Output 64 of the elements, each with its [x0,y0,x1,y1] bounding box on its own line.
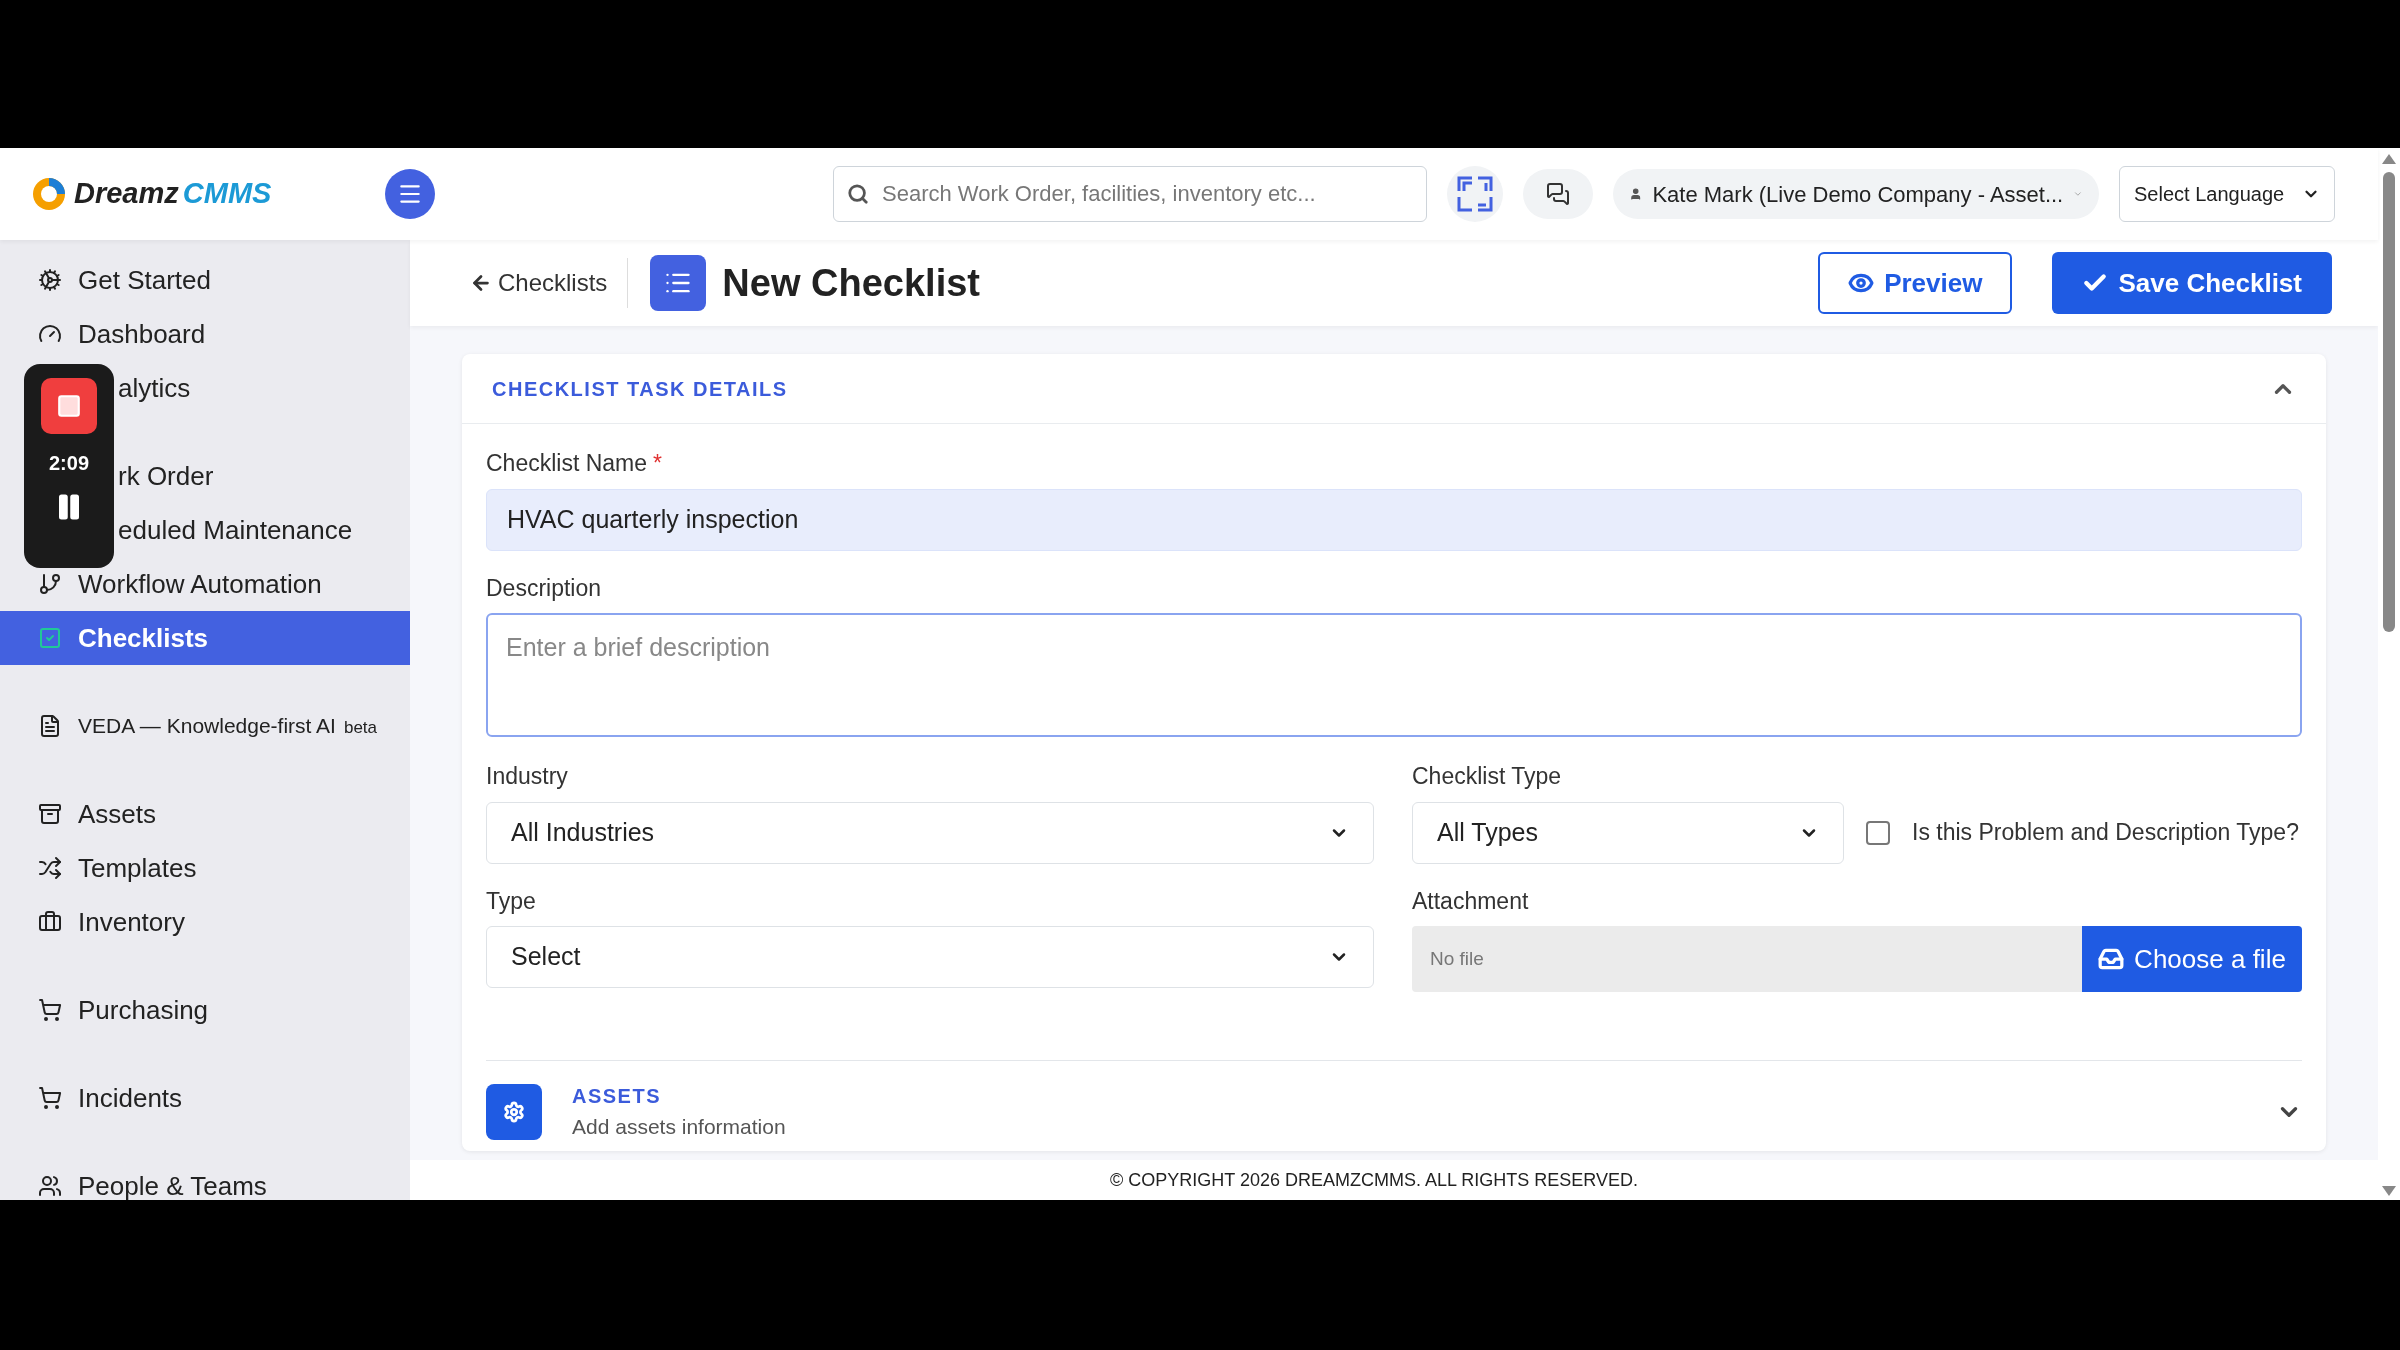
choose-file-button[interactable]: Choose a file [2082,926,2302,992]
chat-button[interactable] [1523,169,1593,219]
sidebar-item[interactable]: Templates [0,841,410,895]
gears-icon [38,268,62,292]
copyright-text: © COPYRIGHT 2026 DREAMZCMMS. ALL RIGHTS RESERVED. [1109,1168,1640,1192]
scan-button[interactable] [1447,166,1503,222]
sidebar-item[interactable]: Inventory [0,895,410,949]
inbox-icon [2098,946,2125,972]
file-field[interactable]: No file [1412,926,2082,992]
sidebar-item[interactable]: Checklists [0,611,410,665]
problem-checkbox[interactable] [1866,820,1890,845]
stop-button[interactable] [41,378,97,434]
briefcase-icon [38,910,62,934]
sidebar-item[interactable]: Assets [0,787,410,841]
sidebar-item[interactable]: Get Started [0,253,410,307]
shuffle-icon [38,856,62,880]
field-label: Attachment [1412,886,1530,916]
field-label: Checklist Type [1412,762,1563,791]
document-icon [38,714,62,738]
checkbox-icon [38,626,62,650]
cart-icon [38,998,62,1022]
logo[interactable]: DreamzCMMS [28,172,272,216]
archive-icon [38,802,62,826]
field-label: Checklist Name [486,449,648,478]
field-label: Industry [486,762,569,791]
menu-button[interactable] [385,169,435,219]
sidebar-item[interactable]: alytics [118,368,191,408]
preview-button[interactable]: Preview [1818,252,2013,314]
section-title: CHECKLIST TASK DETAILS [492,376,788,402]
sidebar-item[interactable]: Incidents [0,1071,410,1125]
sidebar-item[interactable]: VEDA — Knowledge-first AI beta [0,699,410,753]
chat-icon [1546,182,1570,206]
sidebar-item[interactable]: Dashboard [0,307,410,361]
field-label: Description [486,573,603,603]
sidebar-item[interactable]: Purchasing [0,983,410,1037]
people-icon [38,1174,62,1198]
field-label: Type [486,886,537,916]
sidebar-item[interactable]: Workflow Automation [0,557,410,611]
sidebar-item[interactable]: rk Order [118,456,214,496]
name-field[interactable]: HVAC quarterly inspection [486,488,2302,551]
dropdown[interactable]: Select [486,926,1374,988]
branch-icon [38,572,62,596]
recording-time: 2:09 [49,451,89,476]
dropdown[interactable]: All Types [1412,801,1844,864]
required-mark: * [653,449,662,478]
sidebar-item[interactable]: eduled Maintenance [118,510,353,550]
scan-icon [1456,175,1494,213]
checkbox-label: Is this Problem and Description Type? [1912,818,2299,848]
back-link[interactable]: Checklists [470,258,629,308]
checklist-icon [650,255,707,311]
user-menu[interactable]: Kate Mark (Live Demo Company - Asset... [1613,169,2099,219]
sidebar-item[interactable]: People & Teams [0,1159,410,1200]
section-title: ASSETS [572,1084,663,1109]
search-field[interactable]: Search Work Order, facilities, inventory etc... [833,166,1427,222]
dropdown[interactable]: All Industries [486,801,1374,864]
save-button[interactable]: Save Checklist [2052,252,2332,314]
language-select[interactable]: Select Language [2119,166,2335,222]
page-title: New Checklist [722,260,980,306]
gear-badge-icon [486,1083,542,1140]
cart-icon [38,1086,62,1110]
search-icon [847,183,869,205]
description-field[interactable]: Enter a brief description [486,613,2302,737]
section-subtitle: Add assets information [572,1114,786,1140]
stop-icon [56,393,82,419]
